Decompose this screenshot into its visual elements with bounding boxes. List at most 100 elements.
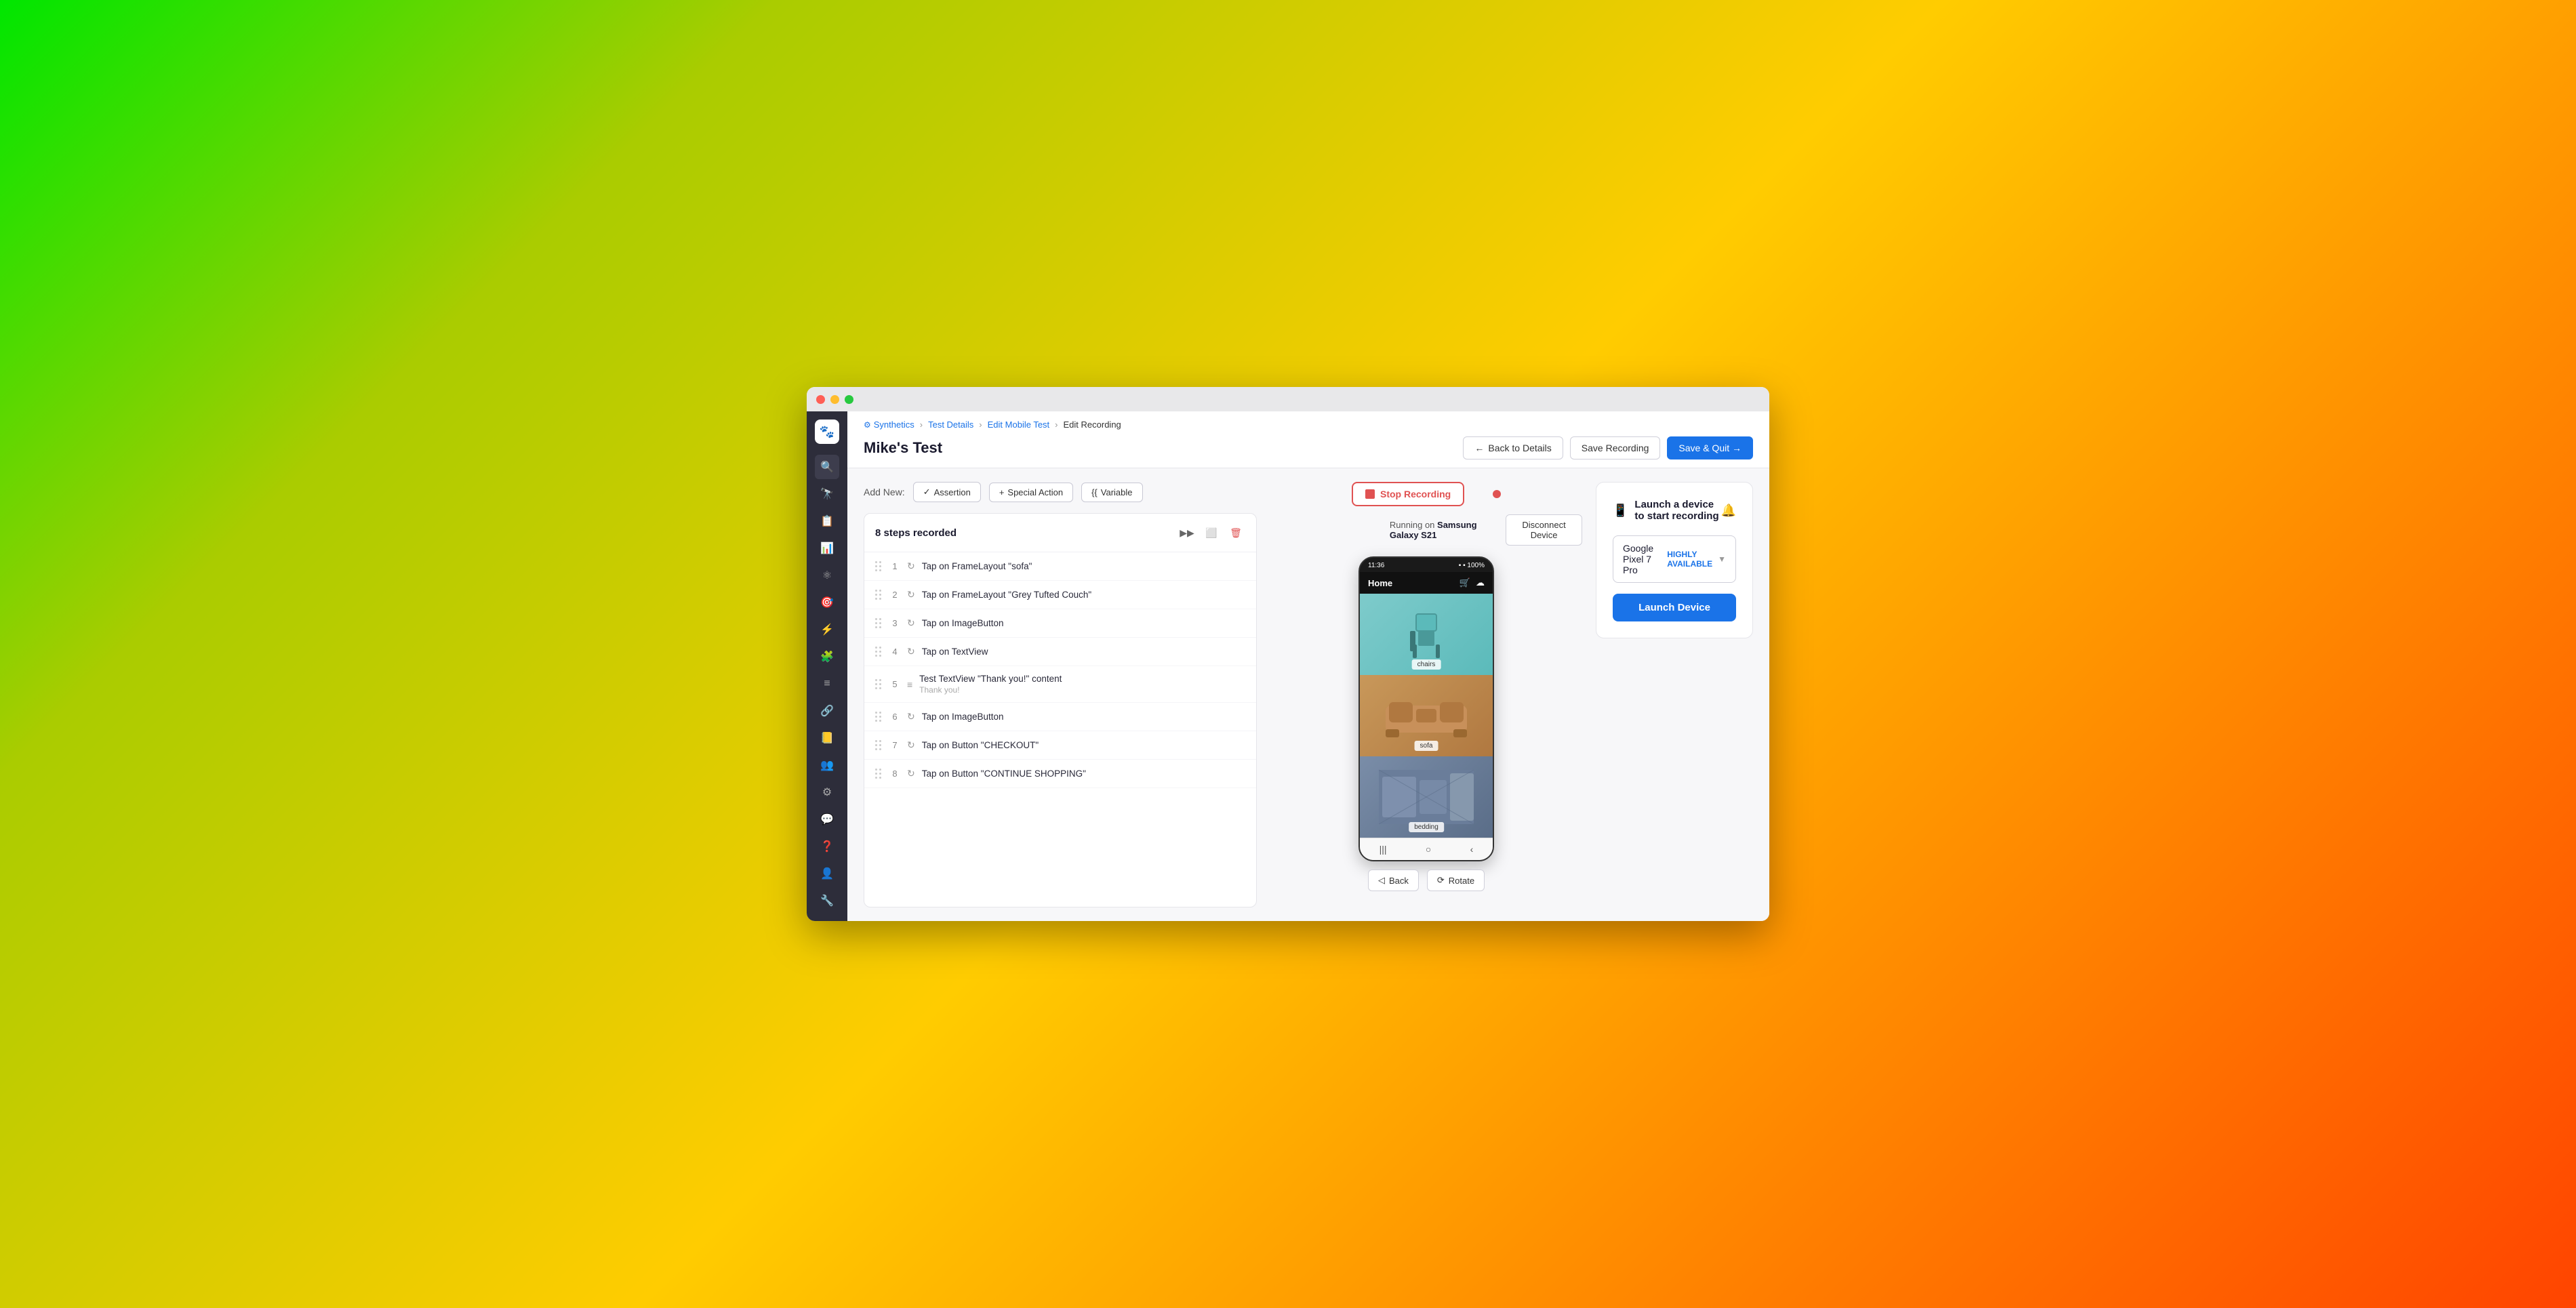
sidebar-item-book[interactable]: 📒 (815, 726, 839, 750)
drag-handle[interactable] (874, 767, 883, 780)
drag-handle[interactable] (874, 588, 883, 601)
breadcrumb-synthetics[interactable]: ⚙ Synthetics (864, 420, 914, 430)
nav-back-icon[interactable]: ‹ (1470, 844, 1474, 855)
page-title: Mike's Test (864, 439, 942, 457)
launch-device-button[interactable]: Launch Device (1613, 594, 1736, 621)
device-time: 11:36 (1368, 562, 1384, 569)
launch-card-header: 📱 Launch a device to start recording 🔔 (1613, 499, 1736, 522)
step-action-icon: ↻ (907, 589, 915, 600)
close-button[interactable] (816, 395, 825, 404)
drag-handle[interactable] (874, 710, 883, 723)
link-icon: 🔗 (820, 704, 834, 718)
disconnect-device-button[interactable]: Disconnect Device (1506, 514, 1582, 546)
step-text: Tap on FrameLayout "sofa" (922, 561, 1032, 571)
sidebar-item-list[interactable]: 📋 (815, 509, 839, 533)
table-row: 6 ↻ Tap on ImageButton (864, 703, 1256, 731)
sidebar-item-target[interactable]: 🎯 (815, 590, 839, 615)
sidebar-item-atom[interactable]: ⚛ (815, 563, 839, 588)
sidebar-item-binoculars[interactable]: 🔭 (815, 482, 839, 506)
sidebar-item-help[interactable]: ❓ (815, 834, 839, 859)
device-name: Google Pixel 7 Pro (1623, 543, 1667, 575)
delete-all-icon[interactable]: 🗑 (1226, 523, 1245, 542)
drag-handle[interactable] (874, 739, 883, 752)
availability-badge: HIGHLY AVAILABLE (1667, 550, 1712, 569)
step-text: Tap on TextView (922, 647, 988, 657)
sidebar-item-people[interactable]: 👥 (815, 753, 839, 777)
add-new-label: Add New: (864, 487, 905, 497)
table-row: 7 ↻ Tap on Button "CHECKOUT" (864, 731, 1256, 760)
cloud-icon: ☁ (1476, 577, 1485, 588)
step-text: Tap on Button "CONTINUE SHOPPING" (922, 769, 1086, 779)
app-window: 🐾 🔍 🔭 📋 📊 ⚛ 🎯 ⚡ 🧩 (807, 387, 1769, 921)
drag-handle[interactable] (874, 560, 883, 573)
sidebar-item-chat[interactable]: 💬 (815, 807, 839, 832)
device-app-title: Home (1368, 578, 1392, 588)
sidebar-item-users[interactable]: 👤 (815, 861, 839, 886)
rotate-icon: ⟳ (1437, 875, 1445, 886)
copy-icon[interactable]: ⬜ (1202, 523, 1221, 542)
device-info-bar: Running on Samsung Galaxy S21 Disconnect… (1270, 514, 1582, 546)
maximize-button[interactable] (845, 395, 853, 404)
device-status-icons: ▪ ▪ 100% (1459, 562, 1485, 569)
help-icon: ❓ (820, 840, 834, 853)
stop-icon (1365, 489, 1375, 499)
step-action-icon: ↻ (907, 768, 915, 779)
sidebar-item-link[interactable]: 🔗 (815, 699, 839, 723)
rotate-button[interactable]: ⟳ Rotate (1427, 870, 1485, 891)
assertion-button[interactable]: ✓ Assertion (913, 482, 981, 502)
device-frame: 11:36 ▪ ▪ 100% Home 🛒 ☁ (1359, 556, 1494, 861)
bell-icon[interactable]: 🔔 (1721, 504, 1736, 518)
nav-home-icon[interactable]: ○ (1426, 844, 1431, 855)
list-icon: 📋 (820, 514, 834, 528)
plus-icon: + (999, 487, 1005, 497)
bedding-svg (1379, 770, 1474, 824)
device-select-dropdown[interactable]: Google Pixel 7 Pro HIGHLY AVAILABLE ▼ (1613, 535, 1736, 583)
device-app-icons: 🛒 ☁ (1460, 577, 1485, 588)
stop-recording-button[interactable]: Stop Recording (1352, 482, 1464, 506)
device-screen[interactable]: Home 🛒 ☁ (1360, 572, 1493, 860)
variable-button[interactable]: {{ Variable (1081, 483, 1142, 502)
drag-handle[interactable] (874, 645, 883, 658)
product-item-sofa[interactable]: sofa (1360, 675, 1493, 756)
drag-handle[interactable] (874, 678, 883, 691)
step-action-icon: ↻ (907, 646, 915, 657)
curly-icon: {{ (1091, 487, 1098, 497)
right-panel: 📱 Launch a device to start recording 🔔 G… (1596, 482, 1753, 907)
breadcrumb-edit-recording: Edit Recording (1064, 420, 1121, 430)
sidebar-item-settings[interactable]: ⚙ (815, 780, 839, 804)
step-number: 5 (889, 679, 900, 689)
sidebar-item-puzzle[interactable]: 🧩 (815, 645, 839, 669)
breadcrumb-test-details[interactable]: Test Details (928, 420, 973, 430)
search-icon: 🔍 (820, 460, 834, 474)
product-item-bedding[interactable]: bedding (1360, 756, 1493, 838)
phone-icon: 📱 (1613, 504, 1628, 518)
sidebar-item-lines[interactable]: ≡ (815, 672, 839, 696)
recording-indicator (1493, 490, 1501, 498)
drag-handle[interactable] (874, 617, 883, 630)
product-item-chairs[interactable]: chairs (1360, 594, 1493, 675)
sidebar: 🐾 🔍 🔭 📋 📊 ⚛ 🎯 ⚡ 🧩 (807, 411, 847, 921)
breadcrumb-edit-mobile-test[interactable]: Edit Mobile Test (988, 420, 1050, 430)
back-button[interactable]: ◁ Back (1368, 870, 1419, 891)
sidebar-item-tools[interactable]: 🔧 (815, 888, 839, 913)
save-quit-button[interactable]: Save & Quit → (1667, 436, 1753, 459)
nav-menu-icon[interactable]: ||| (1380, 844, 1387, 855)
breadcrumb-sep-1: › (920, 420, 923, 430)
sidebar-item-lightning[interactable]: ⚡ (815, 617, 839, 642)
chairs-label: chairs (1412, 659, 1441, 670)
step-subtext: Thank you! (919, 685, 1062, 695)
back-to-details-button[interactable]: ← Back to Details (1463, 436, 1563, 459)
sidebar-item-chart[interactable]: 📊 (815, 536, 839, 560)
special-action-button[interactable]: + Special Action (989, 483, 1073, 502)
table-row: 4 ↻ Tap on TextView (864, 638, 1256, 666)
lines-icon: ≡ (824, 678, 830, 690)
device-controls: ◁ Back ⟳ Rotate (1368, 870, 1485, 891)
steps-list: 1 ↻ Tap on FrameLayout "sofa" (864, 552, 1256, 788)
save-recording-button[interactable]: Save Recording (1570, 436, 1661, 459)
minimize-button[interactable] (830, 395, 839, 404)
product-grid: chairs (1360, 594, 1493, 838)
table-row: 5 ≡ Test TextView "Thank you!" content T… (864, 666, 1256, 703)
device-info-right: Running on Samsung Galaxy S21 Disconnect… (1390, 514, 1582, 546)
sidebar-item-search[interactable]: 🔍 (815, 455, 839, 479)
play-all-icon[interactable]: ▶▶ (1178, 523, 1196, 542)
